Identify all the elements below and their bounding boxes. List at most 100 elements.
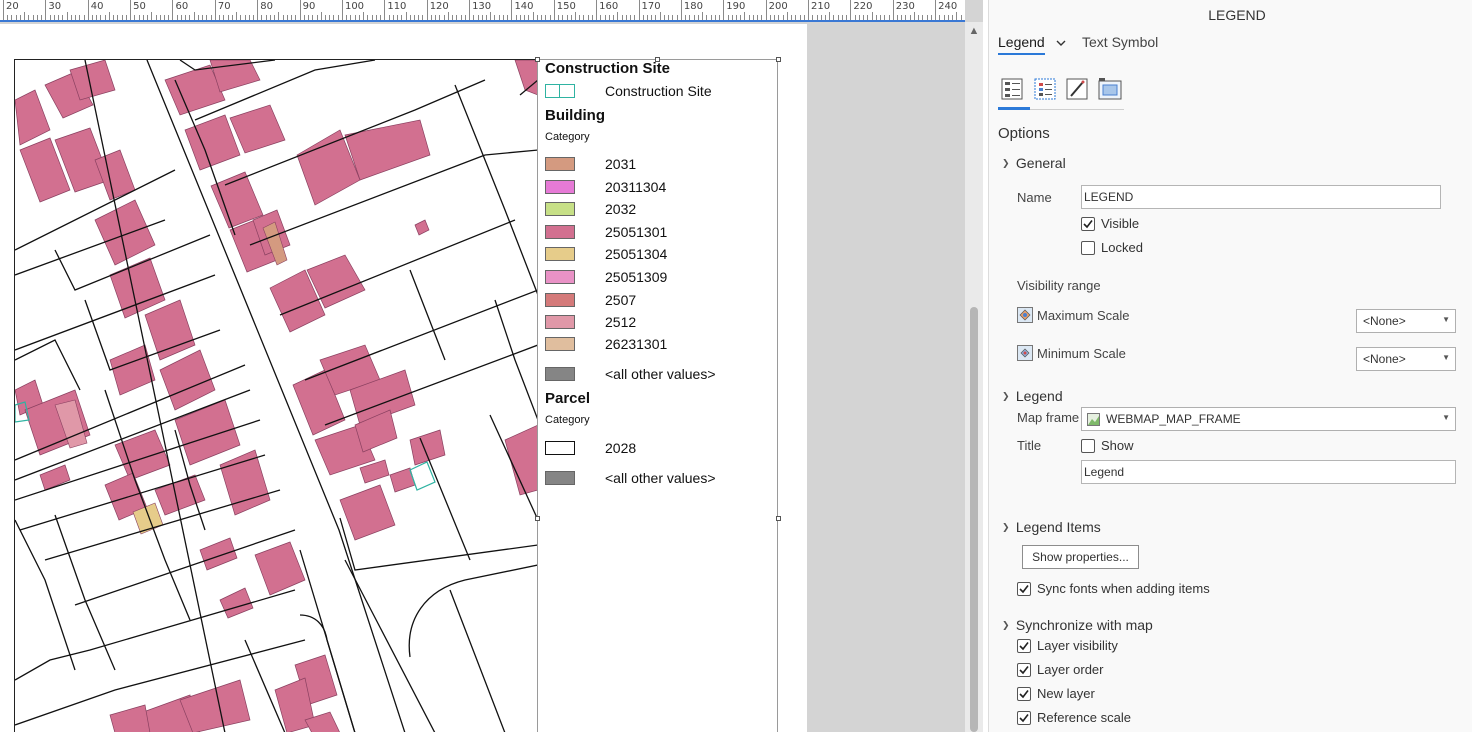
scrollbar-thumb[interactable]: [970, 307, 978, 732]
dropdown-arrow-icon: ▼: [1442, 413, 1450, 422]
ruler-tick: [274, 15, 276, 20]
selection-handle[interactable]: [655, 57, 660, 62]
visible-checkbox[interactable]: [1081, 217, 1095, 231]
name-label: Name: [1017, 190, 1052, 205]
ruler-tick: [291, 15, 293, 20]
legend-properties-icon[interactable]: [998, 74, 1028, 104]
ruler-tick: [765, 0, 767, 20]
section-legend[interactable]: ❯ Legend: [1002, 388, 1063, 404]
checkmark-icon: [1019, 714, 1029, 723]
ruler-tick: [719, 15, 721, 20]
ruler-tick: [113, 15, 115, 20]
sync-option-checkbox[interactable]: [1017, 711, 1031, 725]
legend-group-heading: Parcel: [545, 390, 591, 407]
ruler-tick: [367, 15, 369, 20]
ruler-tick: [672, 15, 674, 20]
ruler-tick: [418, 15, 420, 20]
show-title-label: Show: [1101, 438, 1134, 453]
ruler-tick: [371, 15, 373, 20]
locked-checkbox[interactable]: [1081, 241, 1095, 255]
ruler-tick: [829, 12, 831, 20]
name-field[interactable]: [1081, 185, 1441, 209]
ruler-tick: [600, 15, 602, 20]
sync-option-checkbox[interactable]: [1017, 687, 1031, 701]
ruler-tick: [566, 15, 568, 20]
tab-text-symbol[interactable]: Text Symbol: [1082, 34, 1158, 50]
layout-view[interactable]: 20 30 40 50 60 70 80 90 100 110 120 130 140 150 160 170…: [0, 0, 983, 732]
ruler-tick: [884, 15, 886, 20]
checkmark-icon: [1019, 585, 1029, 594]
selection-handle[interactable]: [535, 516, 540, 521]
ruler-tick: [337, 15, 339, 20]
map-frame[interactable]: [14, 59, 537, 732]
vertical-scrollbar[interactable]: ▲: [965, 22, 983, 732]
ruler-tick: [180, 15, 182, 20]
ruler-tick: [36, 15, 38, 20]
sync-option-checkbox[interactable]: [1017, 663, 1031, 677]
ruler-tick: [278, 12, 280, 20]
chevron-down-icon[interactable]: [1055, 37, 1067, 49]
symbol-icon[interactable]: [1062, 74, 1092, 104]
ruler-tick: [841, 15, 843, 20]
show-properties-button[interactable]: Show properties...: [1022, 545, 1139, 569]
ruler-tick: [460, 15, 462, 20]
section-general-label: General: [1015, 155, 1066, 171]
ruler-tick: [333, 15, 335, 20]
maximum-scale-value: <None>: [1363, 314, 1406, 328]
show-title-checkbox[interactable]: [1081, 439, 1095, 453]
sync-option-label: Layer visibility: [1037, 638, 1118, 653]
ruler-tick: [486, 15, 488, 20]
ruler-tick: [206, 15, 208, 20]
section-legend-items-label: Legend Items: [1015, 519, 1101, 535]
ruler-tick: [325, 15, 326, 20]
ruler-tick: [413, 15, 415, 20]
section-legend-items[interactable]: ❯ Legend Items: [1002, 519, 1101, 535]
options-heading: Options: [998, 125, 1050, 142]
ruler-tick: [880, 15, 882, 20]
section-synchronize-with-map[interactable]: ❯ Synchronize with map: [1002, 617, 1153, 633]
legend-item: Construction Site: [545, 83, 775, 100]
chevron-down-icon: ❯: [1002, 158, 1010, 168]
legend-element[interactable]: Construction Site Construction Site Buildi…: [537, 59, 778, 732]
map-frame-dropdown[interactable]: WEBMAP_MAP_FRAME ▼: [1081, 407, 1456, 431]
ruler-tick: [519, 15, 521, 20]
ruler-label: 210: [811, 1, 831, 12]
minimum-scale-dropdown[interactable]: <None> ▼: [1356, 347, 1456, 371]
selection-handle[interactable]: [535, 57, 540, 62]
arrangement-icon[interactable]: [1030, 74, 1060, 104]
sync-fonts-checkbox[interactable]: [1017, 582, 1031, 596]
map-canvas: [15, 60, 537, 732]
ruler-tick: [380, 15, 382, 20]
ruler-tick: [3, 0, 4, 20]
maximum-scale-icon: [1017, 307, 1033, 323]
ruler-tick: [625, 15, 627, 20]
dropdown-arrow-icon: ▼: [1442, 353, 1450, 362]
display-icon[interactable]: [1094, 74, 1124, 104]
minimum-scale-icon: [1017, 345, 1033, 361]
legend-swatch: [545, 225, 575, 239]
maximum-scale-dropdown[interactable]: <None> ▼: [1356, 309, 1456, 333]
ruler-tick: [574, 12, 576, 20]
legend-item: 2512: [545, 314, 775, 331]
tab-legend[interactable]: Legend: [998, 34, 1045, 55]
ruler-tick: [151, 12, 153, 20]
scroll-up-arrow-icon[interactable]: ▲: [965, 22, 983, 40]
ruler-tick: [125, 15, 127, 20]
ruler-tick: [846, 15, 848, 20]
ruler-label: 240: [938, 1, 958, 12]
ruler-label: 150: [556, 1, 576, 12]
sync-option-checkbox[interactable]: [1017, 639, 1031, 653]
legend-title-field[interactable]: [1081, 460, 1456, 484]
selection-handle[interactable]: [776, 57, 781, 62]
legend-swatch: [545, 337, 575, 351]
chevron-down-icon: ❯: [1002, 620, 1010, 630]
ruler-tick: [528, 15, 530, 20]
selection-handle[interactable]: [776, 516, 781, 521]
legend-swatch: [545, 247, 575, 261]
ruler-tick: [545, 15, 547, 20]
ruler-tick: [799, 15, 801, 20]
ruler-tick: [791, 15, 793, 20]
section-general[interactable]: ❯ General: [1002, 155, 1066, 171]
ruler-label: 230: [895, 1, 915, 12]
building: [15, 89, 51, 146]
